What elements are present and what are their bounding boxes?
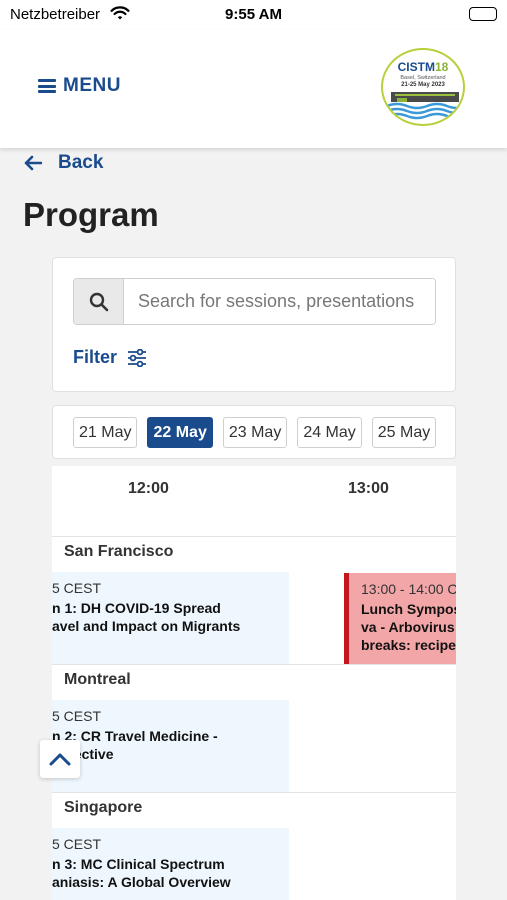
sliders-icon: [128, 348, 147, 367]
back-button[interactable]: Back: [24, 152, 103, 174]
session-card[interactable]: 5 CEST n 1: DH COVID-19 Spread avel and …: [52, 572, 289, 664]
session-title: n 3: MC Clinical Spectrum aniasis: A Glo…: [52, 856, 231, 890]
session-time: 5 CEST: [52, 580, 102, 596]
logo-river-icon: [386, 92, 463, 120]
clock: 9:55 AM: [225, 6, 282, 23]
search-icon[interactable]: [74, 279, 124, 324]
room-row-san-francisco: San Francisco 5 CEST n 1: DH COVID-19 Sp…: [52, 537, 456, 665]
back-label: Back: [58, 152, 104, 173]
room-row-singapore: Singapore 5 CEST n 3: MC Clinical Spectr…: [52, 793, 456, 900]
search-input[interactable]: [124, 279, 435, 324]
logo-title: CISTM18: [397, 60, 449, 74]
session-title: Lunch Symposium va - Arbovirus breaks: r…: [361, 601, 456, 653]
chevron-up-icon: [49, 753, 71, 766]
status-bar: Netzbetreiber 9:55 AM: [0, 0, 507, 30]
menu-button[interactable]: MENU: [38, 75, 121, 97]
page-title: Program: [23, 196, 159, 233]
session-card[interactable]: 5 CEST n 3: MC Clinical Spectrum aniasis…: [52, 828, 289, 900]
date-tab-22-may[interactable]: 22 May: [147, 417, 213, 448]
app-header: MENU CISTM18 Basel, Switzerland 21-25 Ma…: [0, 30, 507, 148]
room-name: Montreal: [64, 671, 131, 688]
search-box: [73, 278, 436, 325]
date-selector: 21 May 22 May 23 May 24 May 25 May: [52, 405, 456, 459]
time-label-13: 13:00: [348, 480, 389, 497]
date-tab-21-may[interactable]: 21 May: [73, 417, 138, 448]
session-time: 13:00 - 14:00 CEST: [361, 581, 456, 597]
date-tab-24-may[interactable]: 24 May: [297, 417, 362, 448]
session-card-lunch-symposium[interactable]: 13:00 - 14:00 CEST Lunch Symposium va - …: [344, 573, 456, 664]
arrow-left-icon: [24, 155, 42, 171]
session-time: 5 CEST: [52, 836, 102, 852]
conference-logo[interactable]: CISTM18 Basel, Switzerland 21-25 May 202…: [381, 48, 465, 126]
menu-label: MENU: [63, 75, 121, 96]
battery-icon: [469, 7, 497, 21]
logo-location: Basel, Switzerland: [400, 75, 446, 81]
session-title: n 2: CR Travel Medicine - rspective: [52, 728, 218, 762]
date-tab-25-may[interactable]: 25 May: [371, 417, 437, 448]
room-name: San Francisco: [64, 543, 174, 560]
time-label-12: 12:00: [128, 480, 169, 497]
room-row-montreal: Montreal 5 CEST n 2: CR Travel Medicine …: [52, 665, 456, 793]
hamburger-icon: [38, 79, 56, 93]
scroll-to-top-button[interactable]: [40, 740, 80, 778]
date-tab-23-may[interactable]: 23 May: [222, 417, 288, 448]
search-panel: Filter: [52, 257, 456, 392]
session-title: n 1: DH COVID-19 Spread avel and Impact …: [52, 600, 241, 634]
schedule-grid[interactable]: 12:00 13:00 San Francisco 5 CEST n 1: DH…: [52, 466, 456, 900]
room-name: Singapore: [64, 799, 143, 816]
session-time: 5 CEST: [52, 708, 102, 724]
filter-button[interactable]: Filter: [73, 347, 147, 368]
session-card[interactable]: 5 CEST n 2: CR Travel Medicine - rspecti…: [52, 700, 289, 792]
logo-dates: 21-25 May 2023: [401, 82, 445, 88]
filter-label: Filter: [73, 347, 118, 367]
